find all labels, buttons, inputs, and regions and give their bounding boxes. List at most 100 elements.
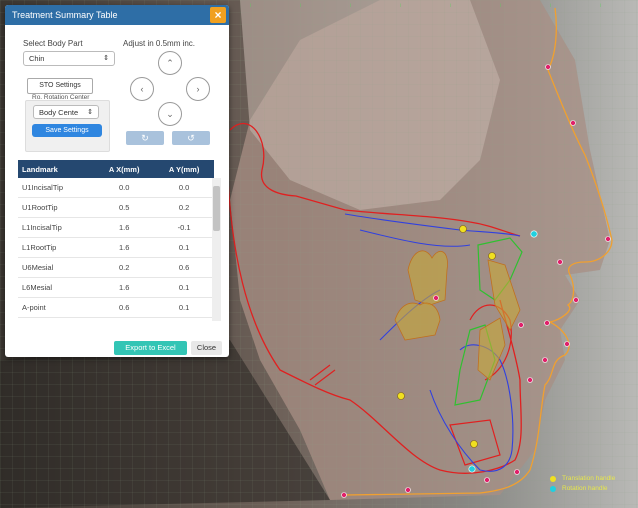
landmark-point: [341, 492, 347, 498]
landmark-name: L6Mesial: [18, 277, 95, 298]
table-row[interactable]: L1RootTip 1.6 0.1: [18, 237, 214, 258]
treatment-summary-panel: Treatment Summary Table × Select Body Pa…: [5, 5, 229, 357]
body-part-select[interactable]: Chin ⇕: [23, 51, 115, 66]
delta-y: 0.2: [154, 197, 214, 218]
legend-rotation-label: Rotation handle: [562, 485, 608, 492]
scrollbar-thumb[interactable]: [213, 186, 220, 231]
landmark-point: [527, 377, 533, 383]
column-header: A Y(mm): [154, 160, 214, 178]
table-row[interactable]: L1IncisalTip 1.6 -0.1: [18, 217, 214, 238]
rotation-handle: [530, 230, 538, 238]
delta-x: 1.6: [94, 217, 155, 238]
landmark-point: [570, 120, 576, 126]
close-icon[interactable]: ×: [210, 7, 226, 23]
landmark-point: [573, 297, 579, 303]
delta-y: 0.0: [154, 178, 214, 198]
delta-y: 0.6: [154, 257, 214, 278]
panel-title: Treatment Summary Table: [12, 10, 118, 20]
chevron-down-icon: ⇕: [103, 55, 109, 62]
landmark-point: [433, 295, 439, 301]
translation-handle: [488, 252, 496, 260]
table-row[interactable]: U1IncisalTip 0.0 0.0: [18, 178, 214, 198]
landmark-point: [405, 487, 411, 493]
landmark-name: U1IncisalTip: [18, 178, 95, 198]
delta-x: 0.6: [94, 297, 155, 318]
adjust-label: Adjust in 0.5mm inc.: [123, 39, 196, 48]
delta-y: -0.1: [154, 217, 214, 238]
landmark-point: [544, 320, 550, 326]
close-button[interactable]: Close: [191, 341, 222, 355]
landmark-name: L1RootTip: [18, 237, 95, 258]
legend-rotation: Rotation handle: [550, 485, 615, 492]
svg-text:|: |: [550, 2, 551, 7]
chevron-down-icon: ⇕: [87, 109, 93, 116]
rotate-ccw-icon: ↺: [187, 133, 195, 143]
svg-text:|: |: [300, 2, 301, 7]
delta-y: 0.1: [154, 297, 214, 318]
rotate-cw-icon: ↻: [141, 133, 149, 143]
delta-x: 1.6: [94, 277, 155, 298]
export-to-excel-button[interactable]: Export to Excel: [114, 341, 187, 355]
rotate-clockwise-button[interactable]: ↻: [126, 131, 164, 145]
move-down-button[interactable]: ⌄: [158, 102, 182, 126]
translation-dot-icon: [550, 475, 556, 482]
table-header-row: Landmark A X(mm) A Y(mm): [18, 160, 214, 178]
handle-legend: Translation handle Rotation handle: [550, 475, 615, 495]
legend-translation-label: Translation handle: [562, 475, 616, 482]
move-right-button[interactable]: ›: [186, 77, 210, 101]
delta-x: 0.0: [94, 178, 155, 198]
landmark-point: [514, 469, 520, 475]
move-up-button[interactable]: ⌃: [158, 51, 182, 75]
upper-molar: [407, 250, 448, 306]
rotate-counterclockwise-button[interactable]: ↺: [172, 131, 210, 145]
landmark-point: [518, 322, 524, 328]
svg-text:|: |: [600, 2, 601, 7]
delta-y: 0.1: [154, 277, 214, 298]
landmark-name: L1IncisalTip: [18, 217, 95, 238]
svg-text:|: |: [400, 2, 401, 7]
landmark-name: U6Mesial: [18, 257, 95, 278]
rotation-dot-icon: [550, 485, 556, 492]
arrow-up-icon: ⌃: [166, 58, 174, 68]
arrow-down-icon: ⌄: [166, 109, 174, 119]
svg-text:|: |: [500, 2, 501, 7]
select-body-part-label: Select Body Part: [23, 39, 83, 48]
move-left-button[interactable]: ‹: [130, 77, 154, 101]
table-row[interactable]: U1RootTip 0.5 0.2: [18, 197, 214, 218]
svg-text:|: |: [250, 2, 251, 7]
landmark-name: U1RootTip: [18, 197, 95, 218]
landmark-point: [605, 236, 611, 242]
table-row[interactable]: A-point 0.6 0.1: [18, 297, 214, 318]
panel-title-bar[interactable]: Treatment Summary Table ×: [5, 5, 229, 25]
landmark-point: [484, 477, 490, 483]
landmark-table: Landmark A X(mm) A Y(mm) U1IncisalTip 0.…: [18, 160, 214, 318]
arrow-left-icon: ‹: [140, 84, 144, 94]
table-row[interactable]: L6Mesial 1.6 0.1: [18, 277, 214, 298]
rotation-center-select[interactable]: Body Cente ⇕: [33, 105, 99, 119]
arrow-right-icon: ›: [196, 84, 200, 94]
landmark-name: A-point: [18, 297, 95, 318]
column-header: A X(mm): [94, 160, 155, 178]
delta-x: 0.5: [94, 197, 155, 218]
delta-y: 0.1: [154, 237, 214, 258]
landmark-point: [545, 64, 551, 70]
translation-handle: [470, 440, 478, 448]
body-part-value: Chin: [29, 54, 45, 63]
translation-handle: [397, 392, 405, 400]
delta-x: 0.2: [94, 257, 155, 278]
landmark-point: [557, 259, 563, 265]
svg-text:|: |: [350, 2, 351, 7]
legend-translation: Translation handle: [550, 475, 615, 482]
rotation-center-value: Body Cente: [39, 108, 79, 117]
rotation-handle: [468, 465, 476, 473]
delta-x: 1.6: [94, 237, 155, 258]
rotation-center-label: Ro. Rotation Center: [32, 94, 90, 101]
landmark-point: [542, 357, 548, 363]
tab-sto-settings[interactable]: STO Settings: [27, 78, 93, 94]
translation-handle: [459, 225, 467, 233]
table-row[interactable]: U6Mesial 0.2 0.6: [18, 257, 214, 278]
save-settings-button[interactable]: Save Settings: [32, 124, 102, 137]
column-header: Landmark: [18, 160, 95, 178]
landmark-point: [564, 341, 570, 347]
table-scrollbar[interactable]: [212, 178, 221, 321]
